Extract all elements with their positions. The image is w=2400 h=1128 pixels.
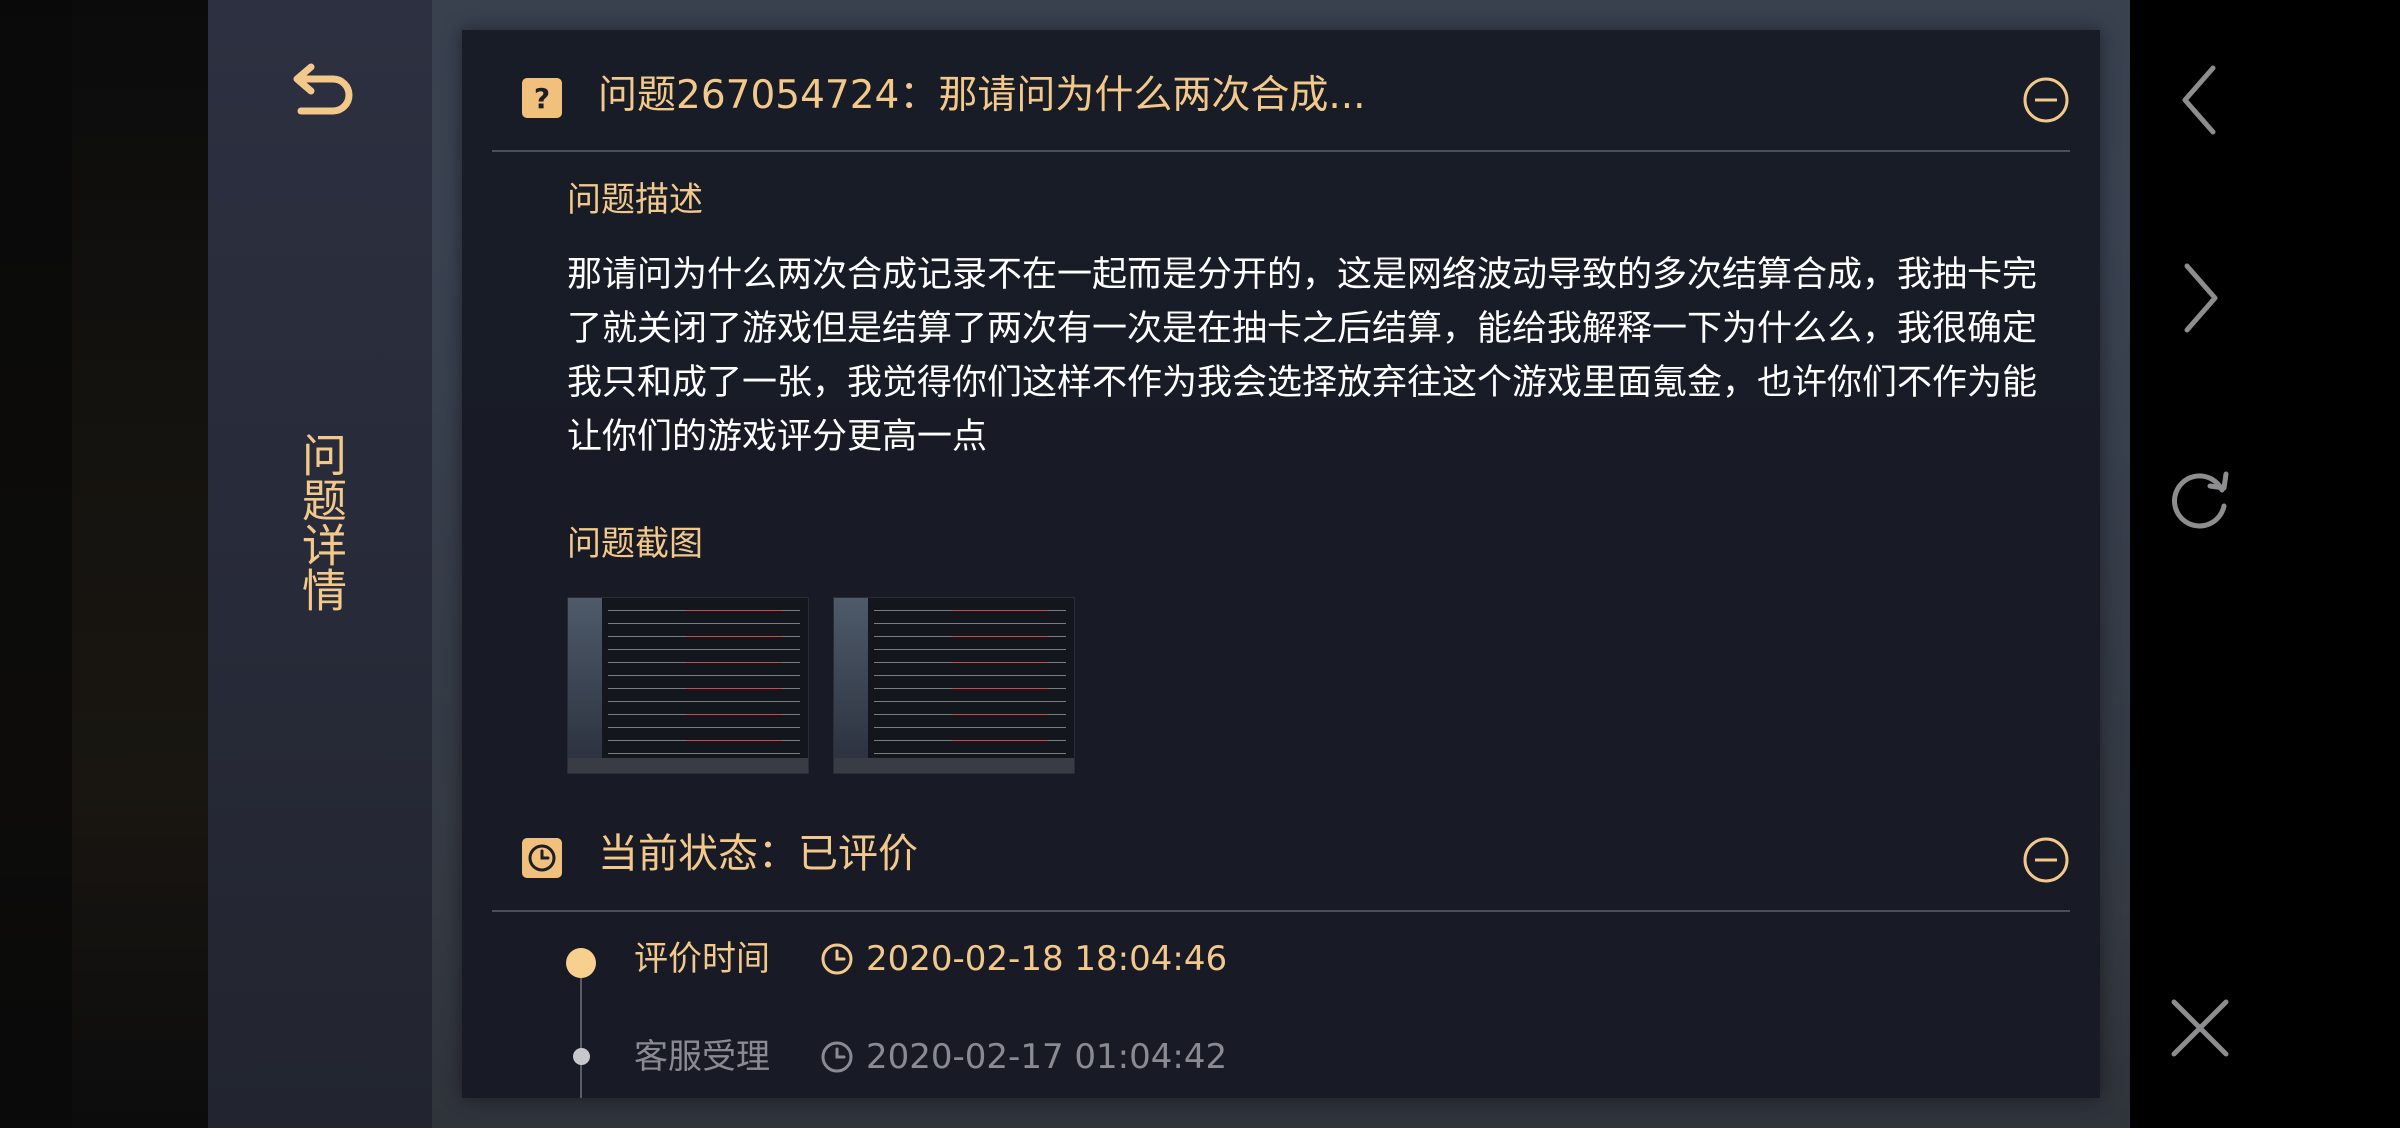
background-left-edge bbox=[0, 0, 72, 1128]
collapse-question-button[interactable] bbox=[2022, 76, 2070, 124]
chevron-right-icon bbox=[2184, 263, 2218, 333]
back-button[interactable] bbox=[286, 52, 362, 128]
system-nav-bar bbox=[2130, 0, 2400, 1128]
status-header[interactable]: 当前状态：已评价 bbox=[492, 800, 2070, 912]
question-header[interactable]: ? 问题267054724：那请问为什么两次合成... bbox=[492, 40, 2070, 152]
screenshots-heading: 问题截图 bbox=[567, 524, 703, 564]
timeline-dot-active bbox=[566, 948, 596, 978]
nav-forward-button[interactable] bbox=[2160, 258, 2240, 338]
timeline-label-evaluated: 评价时间 bbox=[634, 939, 770, 979]
timeline-line bbox=[580, 966, 582, 1098]
timeline-dot bbox=[573, 1048, 590, 1065]
timeline-time-evaluated: 2020-02-18 18:04:46 bbox=[820, 935, 1227, 983]
timeline-label-accepted: 客服受理 bbox=[634, 1037, 770, 1077]
timeline-time-text: 2020-02-18 18:04:46 bbox=[866, 939, 1228, 979]
close-icon bbox=[2171, 999, 2229, 1057]
chevron-left-icon bbox=[2182, 65, 2216, 135]
question-title: 问题267054724：那请问为什么两次合成... bbox=[598, 73, 1366, 118]
clock-small-icon bbox=[821, 1041, 853, 1073]
close-button[interactable] bbox=[2160, 988, 2240, 1068]
back-arrow-icon bbox=[293, 63, 353, 115]
refresh-button[interactable] bbox=[2160, 458, 2240, 538]
page-title: 问题详情 bbox=[294, 432, 347, 612]
timeline-time-text: 2020-02-17 01:04:42 bbox=[866, 1037, 1228, 1077]
question-description: 那请问为什么两次合成记录不在一起而是分开的，这是网络波动导致的多次结算合成，我抽… bbox=[567, 255, 2038, 457]
question-icon: ? bbox=[522, 78, 562, 118]
clock-icon bbox=[522, 838, 562, 878]
refresh-icon bbox=[2172, 471, 2229, 529]
clock-small-icon bbox=[821, 943, 853, 975]
nav-back-button[interactable] bbox=[2160, 60, 2240, 140]
status-title: 当前状态：已评价 bbox=[598, 831, 918, 877]
collapse-status-button[interactable] bbox=[2022, 836, 2070, 884]
screenshot-thumbnail-2[interactable] bbox=[833, 597, 1075, 774]
sidebar: 问题详情 bbox=[208, 0, 432, 1128]
screenshot-thumbnail-1[interactable] bbox=[567, 597, 809, 774]
timeline-time-accepted: 2020-02-17 01:04:42 bbox=[820, 1033, 1227, 1081]
description-heading: 问题描述 bbox=[567, 180, 703, 220]
